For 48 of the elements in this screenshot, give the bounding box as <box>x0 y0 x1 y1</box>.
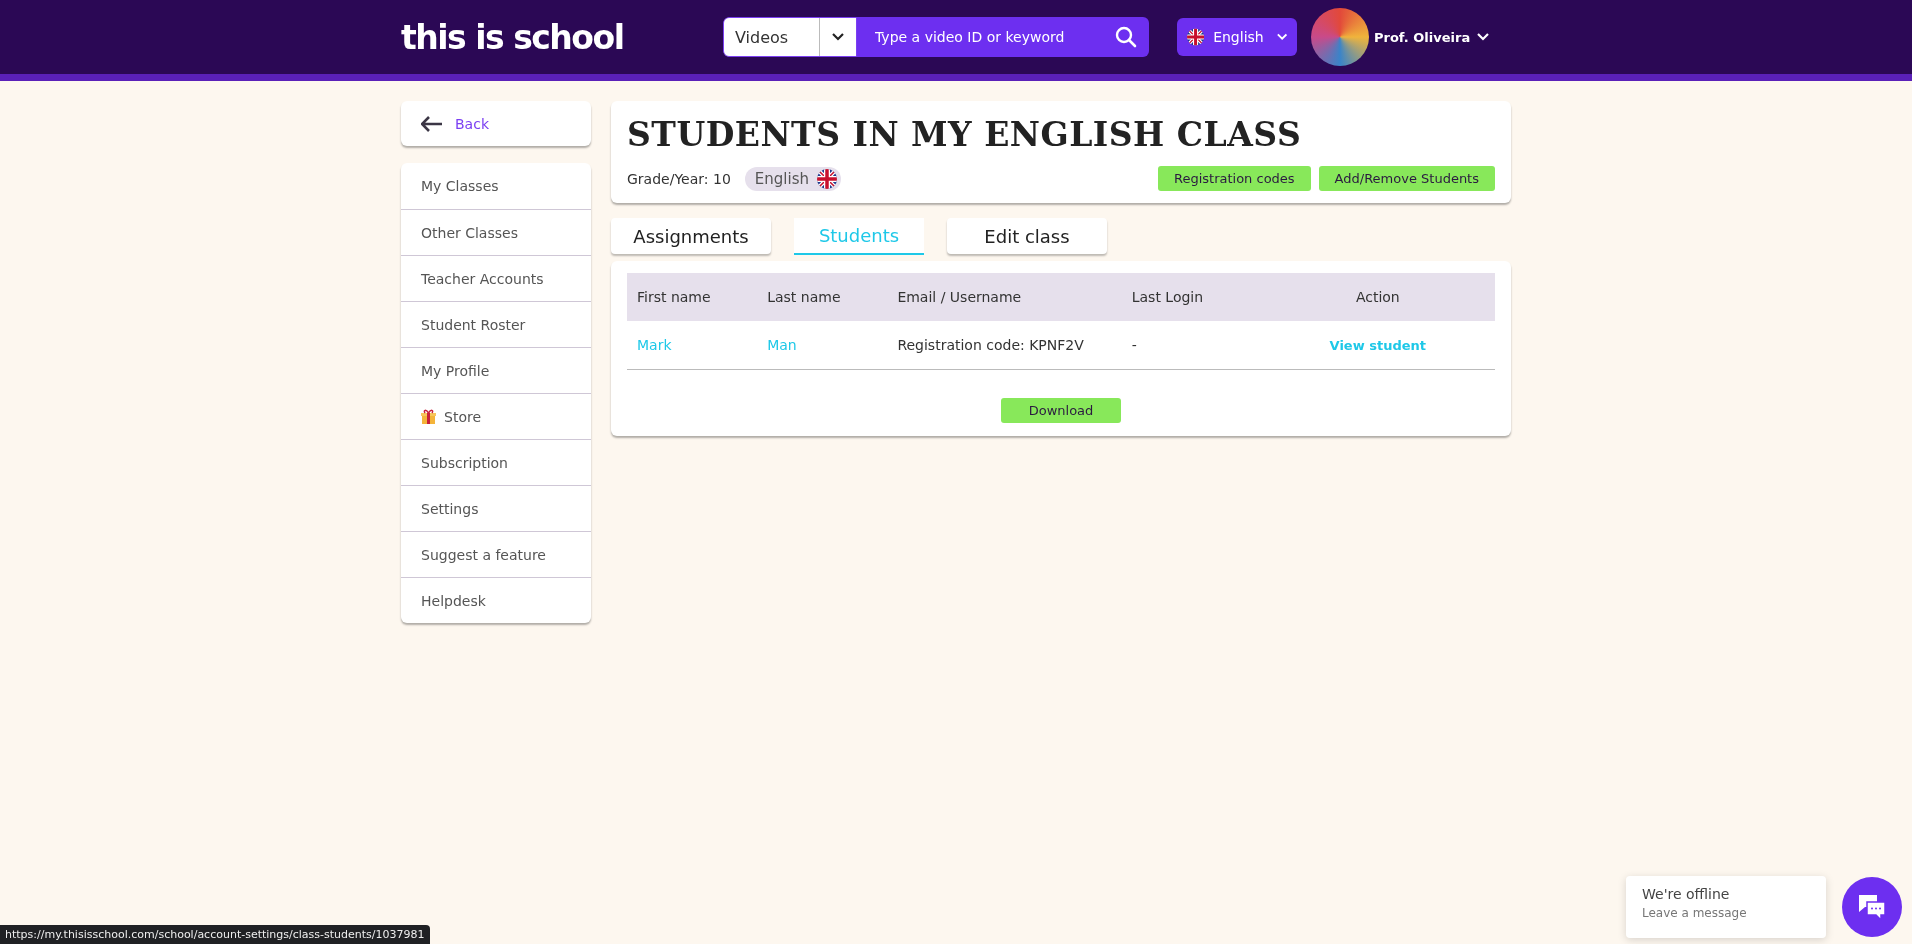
back-button[interactable]: Back <box>401 101 591 146</box>
sidebar-item[interactable]: My Profile <box>401 347 591 393</box>
column-header: Last Login <box>1121 273 1261 321</box>
sidebar-item[interactable]: Student Roster <box>401 301 591 347</box>
tab[interactable]: Edit class <box>947 218 1107 254</box>
chevron-down-icon <box>832 33 844 41</box>
search-icon <box>1115 26 1137 48</box>
chat-button[interactable] <box>1842 877 1902 937</box>
table-cell: - <box>1121 321 1261 370</box>
column-header: First name <box>627 273 758 321</box>
gift-icon <box>421 409 436 424</box>
column-header: Action <box>1260 273 1495 321</box>
table-cell: Registration code: KPNF2V <box>887 321 1122 370</box>
chevron-down-icon <box>1477 33 1490 41</box>
site-logo[interactable]: this is school <box>401 17 723 57</box>
sidebar-item[interactable]: Teacher Accounts <box>401 255 591 301</box>
grade-label: Grade/Year: <box>627 170 709 187</box>
column-header: Email / Username <box>887 273 1122 321</box>
column-header: Last name <box>757 273 888 321</box>
arrow-left-icon <box>421 115 443 132</box>
sidebar-item[interactable]: Suggest a feature <box>401 531 591 577</box>
uk-flag-icon <box>816 168 837 189</box>
category-dropdown[interactable]: Videos <box>723 17 857 57</box>
status-url: https://my.thisisschool.com/school/account-settings/class-students/1037981 <box>0 925 430 944</box>
language-selector[interactable]: English <box>1177 18 1297 56</box>
chat-subtitle: Leave a message <box>1642 906 1748 920</box>
sidebar-item[interactable]: My Classes <box>401 163 591 209</box>
chat-bubble[interactable]: We're offline Leave a message <box>1626 876 1826 938</box>
search-field[interactable]: Type a video ID or keyword <box>857 17 1103 57</box>
action-button[interactable]: Add/Remove Students <box>1318 166 1495 191</box>
action-button[interactable]: Registration codes <box>1157 166 1311 191</box>
avatar[interactable] <box>1311 8 1369 66</box>
search-button[interactable] <box>1103 17 1149 57</box>
chevron-down-icon <box>1276 33 1287 41</box>
sidebar-item[interactable]: Settings <box>401 485 591 531</box>
user-menu[interactable]: Prof. Oliveira <box>1374 29 1490 45</box>
sidebar-item[interactable]: Subscription <box>401 439 591 485</box>
chat-icon <box>1857 893 1887 921</box>
sidebar-item[interactable]: Store <box>401 393 591 439</box>
uk-flag-icon <box>1187 27 1205 47</box>
page-title: STUDENTS IN MY ENGLISH CLASS <box>627 115 1303 154</box>
sidebar-item[interactable]: Other Classes <box>401 209 591 255</box>
download-button[interactable]: Download <box>1001 398 1121 423</box>
tab[interactable]: Assignments <box>611 218 771 254</box>
chat-status: We're offline <box>1642 886 1731 902</box>
grade-value: 10 <box>712 170 731 187</box>
subject-tag: English <box>744 166 841 191</box>
sidebar-item[interactable]: Helpdesk <box>401 577 591 623</box>
